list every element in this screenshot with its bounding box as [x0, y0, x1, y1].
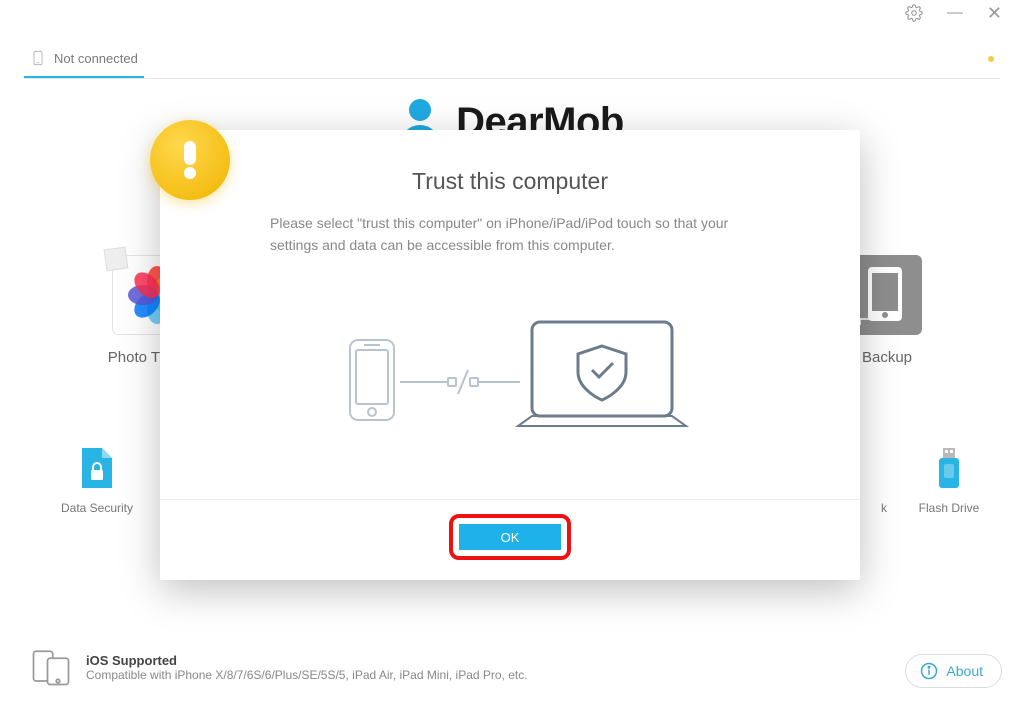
tab-label: Not connected: [54, 51, 138, 66]
usb-drive-icon: [934, 446, 964, 490]
phone-laptop-diagram: [160, 310, 860, 450]
tab-not-connected[interactable]: Not connected: [24, 40, 144, 78]
ok-button[interactable]: OK: [459, 524, 561, 550]
footer-subtitle: Compatible with iPhone X/8/7/6S/6/Plus/S…: [86, 668, 528, 682]
settings-gear-icon[interactable]: [905, 4, 923, 22]
tile-label: Backup: [862, 349, 912, 366]
close-button[interactable]: ✕: [987, 4, 1002, 22]
file-lock-icon: [78, 446, 116, 490]
footer-compat: iOS Supported Compatible with iPhone X/8…: [30, 646, 528, 688]
alert-icon: [150, 120, 230, 200]
status-dot-icon: [988, 56, 994, 62]
trust-computer-dialog: Trust this computer Please select "trust…: [160, 130, 860, 580]
about-button[interactable]: About: [905, 654, 1002, 688]
footer-title: iOS Supported: [86, 653, 528, 668]
tile-label: k: [881, 501, 887, 515]
tile-flash-drive[interactable]: Flash Drive: [904, 445, 994, 515]
window-controls: — ✕: [905, 0, 1024, 26]
minimize-button[interactable]: —: [947, 5, 963, 21]
tile-label: Flash Drive: [919, 501, 980, 515]
photo-thumb-icon: [104, 247, 129, 272]
about-label: About: [946, 663, 983, 679]
tile-label: Data Security: [61, 501, 133, 515]
devices-outline-icon: [30, 646, 72, 688]
phone-outline-icon: [30, 50, 46, 66]
dialog-body: Please select "trust this computer" on i…: [270, 213, 750, 256]
dialog-title: Trust this computer: [160, 168, 860, 195]
tile-data-security[interactable]: Data Security: [52, 445, 142, 515]
tile-hidden[interactable]: k: [864, 445, 904, 515]
ok-button-highlight: OK: [449, 514, 571, 560]
info-icon: [920, 662, 938, 680]
ok-label: OK: [501, 530, 520, 545]
device-tabs: Not connected: [24, 40, 1000, 79]
